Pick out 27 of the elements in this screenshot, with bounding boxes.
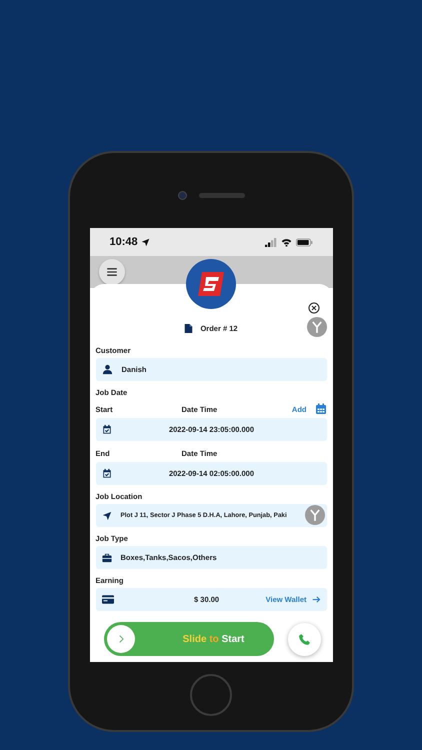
- calendar-check-icon: [102, 468, 112, 479]
- close-button[interactable]: [308, 302, 320, 314]
- document-icon: [184, 322, 194, 334]
- fork-icon: [304, 505, 324, 525]
- wifi-icon: [280, 238, 292, 246]
- card-icon: [102, 595, 114, 604]
- navigation-arrow-icon: [102, 510, 112, 520]
- home-button[interactable]: [190, 674, 232, 716]
- phone-icon: [298, 632, 310, 646]
- call-button[interactable]: [288, 622, 320, 656]
- signal-icon: [264, 238, 276, 246]
- menu-button[interactable]: [98, 259, 124, 285]
- person-icon: [102, 364, 112, 375]
- status-time: 10:48: [110, 236, 138, 248]
- slider-handle[interactable]: [106, 625, 134, 653]
- camera-icon: [178, 191, 186, 200]
- location-arrow-icon: [140, 238, 150, 246]
- calendar-icon: [314, 403, 326, 415]
- close-icon: [308, 302, 320, 314]
- briefcase-icon: [102, 552, 112, 562]
- calendar-check-icon: [102, 424, 112, 435]
- arrow-right-icon: [312, 595, 320, 604]
- menu-icon: [106, 268, 116, 276]
- battery-icon: [296, 238, 312, 246]
- fork-icon: [306, 317, 326, 337]
- speaker-icon: [198, 193, 244, 198]
- slider-label: Slide to Start: [182, 634, 246, 644]
